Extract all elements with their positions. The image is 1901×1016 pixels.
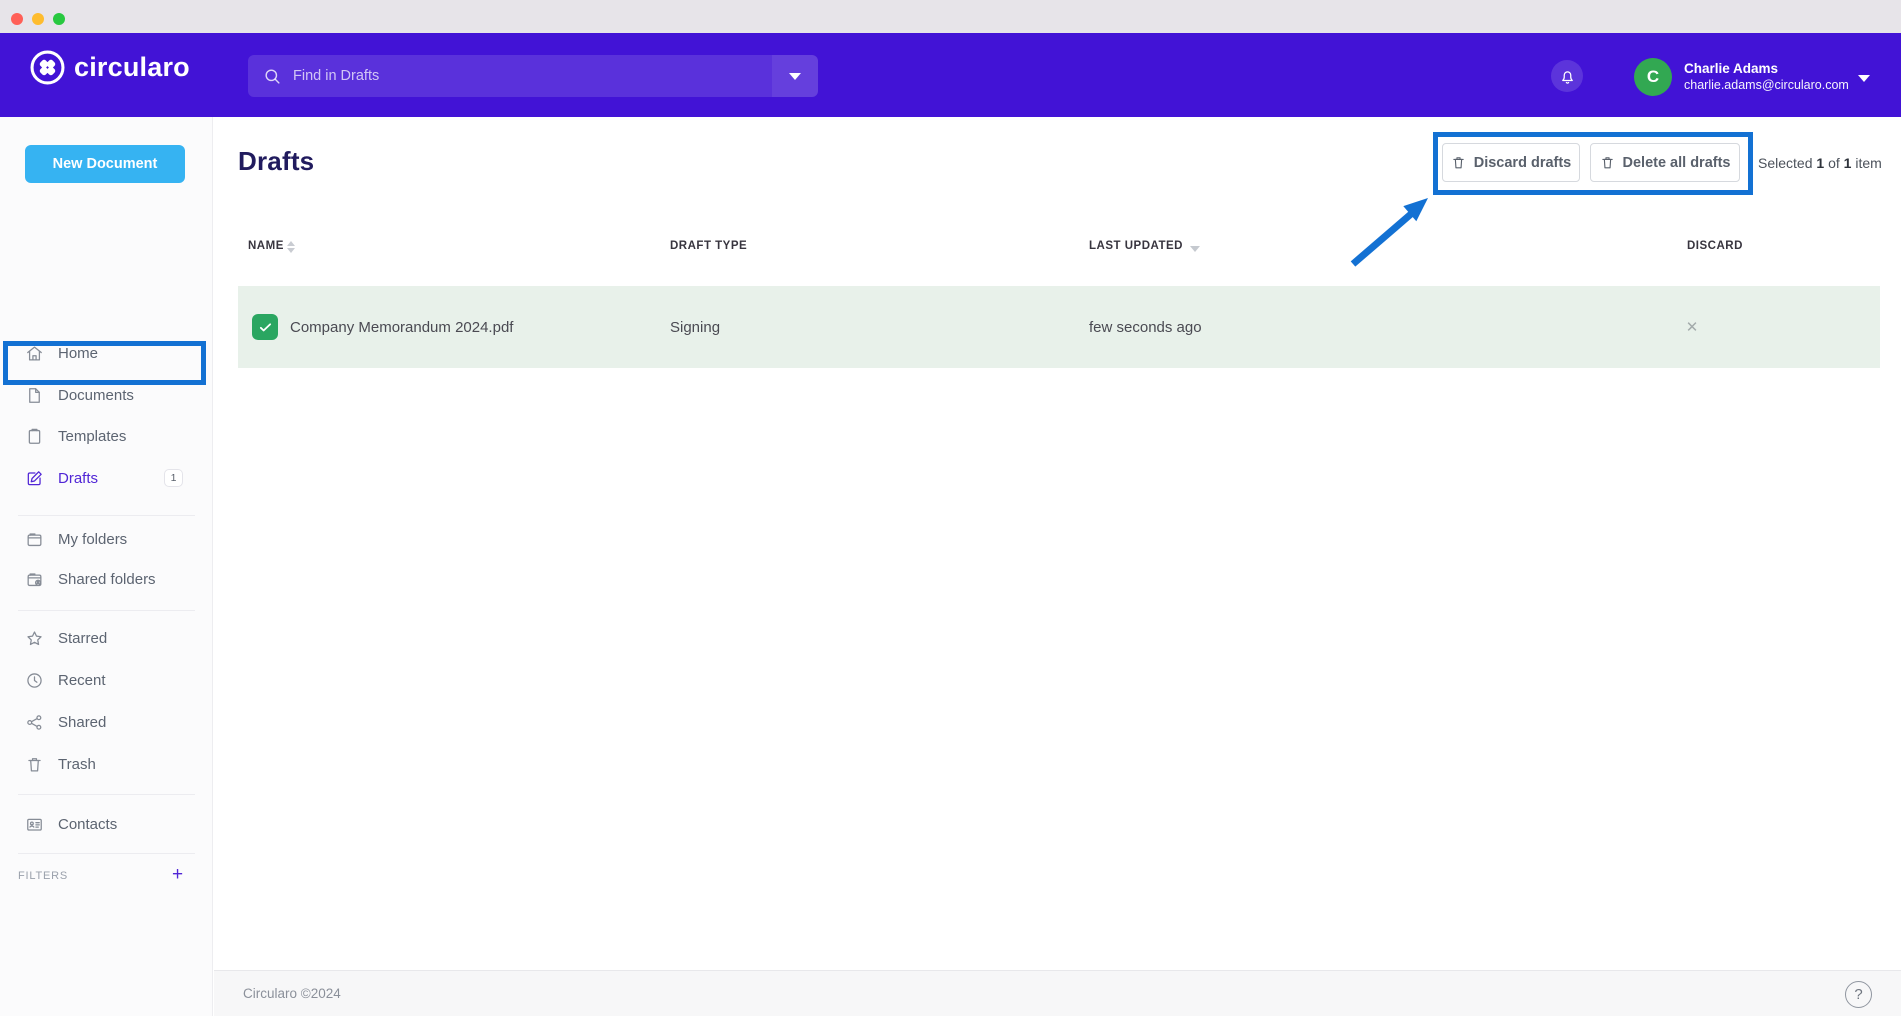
sort-icon[interactable] [287, 241, 295, 253]
sidebar-item-label: Documents [58, 387, 134, 404]
search-scope-dropdown[interactable] [772, 55, 818, 97]
column-header-last-updated[interactable]: LAST UPDATED [1089, 240, 1183, 252]
star-icon [25, 629, 44, 648]
user-avatar[interactable]: C [1634, 58, 1672, 96]
search-icon [263, 67, 282, 86]
column-header-name[interactable]: NAME [248, 240, 284, 252]
footer: Circularo ©2024 ? [214, 970, 1901, 1016]
search-input[interactable] [293, 68, 723, 84]
folder-icon [25, 530, 44, 549]
sidebar-item-label: Shared folders [58, 571, 156, 588]
checkmark-icon [258, 320, 273, 335]
sidebar: New Document Home Documents [0, 117, 213, 1016]
sidebar-item-contacts[interactable]: Contacts [0, 803, 213, 845]
sidebar-item-label: My folders [58, 531, 127, 548]
drafts-count-badge: 1 [164, 469, 183, 487]
sidebar-divider [18, 610, 195, 611]
discard-drafts-label: Discard drafts [1474, 155, 1572, 171]
sidebar-item-label: Starred [58, 630, 107, 647]
window-close-button[interactable] [11, 13, 23, 25]
sidebar-divider [18, 794, 195, 795]
home-icon [25, 344, 44, 363]
column-header-discard: DISCARD [1687, 240, 1743, 252]
add-filter-button[interactable]: + [172, 864, 183, 886]
new-document-button[interactable]: New Document [25, 145, 185, 183]
row-draft-type: Signing [670, 286, 720, 368]
user-email: charlie.adams@circularo.com [1684, 77, 1849, 93]
table-row[interactable]: Company Memorandum 2024.pdf Signing few … [238, 286, 1880, 368]
document-icon [25, 386, 44, 405]
main-content [214, 117, 1901, 970]
window-zoom-button[interactable] [53, 13, 65, 25]
sidebar-item-label: Recent [58, 672, 106, 689]
bell-icon [1558, 67, 1577, 86]
delete-all-drafts-button[interactable]: Delete all drafts [1590, 143, 1740, 182]
template-icon [25, 427, 44, 446]
sidebar-item-label: Drafts [58, 470, 98, 487]
sidebar-item-label: Home [58, 345, 98, 362]
sidebar-item-drafts[interactable]: Drafts 1 [0, 457, 213, 499]
notifications-button[interactable] [1551, 60, 1583, 92]
brand-logo[interactable]: circularo [30, 50, 190, 85]
sidebar-item-documents[interactable]: Documents [0, 374, 213, 416]
selection-status: Selected 1 of 1 item [1758, 155, 1882, 171]
sidebar-item-shared[interactable]: Shared [0, 701, 213, 743]
user-menu[interactable]: Charlie Adams charlie.adams@circularo.co… [1684, 60, 1849, 93]
row-name[interactable]: Company Memorandum 2024.pdf [290, 286, 513, 368]
discard-drafts-button[interactable]: Discard drafts [1442, 143, 1580, 182]
sidebar-item-trash[interactable]: Trash [0, 743, 213, 785]
sort-desc-icon[interactable] [1190, 246, 1200, 252]
sidebar-divider [18, 853, 195, 854]
filters-section: FILTERS + [0, 864, 213, 890]
row-checkbox[interactable] [252, 314, 278, 340]
trash-icon [1451, 155, 1466, 170]
sidebar-item-label: Shared [58, 714, 106, 731]
sidebar-item-templates[interactable]: Templates [0, 415, 213, 457]
circularo-logo-icon [30, 50, 65, 85]
user-menu-chevron-icon[interactable] [1858, 75, 1870, 82]
sidebar-item-label: Trash [58, 756, 96, 773]
help-button[interactable]: ? [1845, 981, 1872, 1008]
question-mark-icon: ? [1854, 986, 1862, 1003]
avatar-initial: C [1647, 67, 1659, 87]
page-title: Drafts [238, 146, 314, 177]
share-icon [25, 713, 44, 732]
window-titlebar [0, 0, 1901, 33]
shared-folder-icon [25, 570, 44, 589]
sidebar-item-label: Contacts [58, 816, 117, 833]
column-header-draft-type[interactable]: DRAFT TYPE [670, 240, 747, 252]
app-header: circularo C Charli [0, 33, 1901, 117]
window-minimize-button[interactable] [32, 13, 44, 25]
sidebar-item-recent[interactable]: Recent [0, 659, 213, 701]
search-bar[interactable] [248, 55, 818, 97]
row-last-updated: few seconds ago [1089, 286, 1202, 368]
sidebar-item-label: Templates [58, 428, 126, 445]
sidebar-item-starred[interactable]: Starred [0, 617, 213, 659]
sidebar-divider [18, 515, 195, 516]
contacts-icon [25, 815, 44, 834]
brand-name: circularo [74, 52, 190, 83]
sidebar-item-my-folders[interactable]: My folders [0, 518, 213, 560]
sidebar-item-shared-folders[interactable]: Shared folders [0, 558, 213, 600]
footer-copyright: Circularo ©2024 [243, 986, 341, 1001]
clock-icon [25, 671, 44, 690]
filters-label: FILTERS [18, 870, 68, 882]
app-window: circularo C Charli [0, 0, 1901, 1016]
user-name: Charlie Adams [1684, 60, 1849, 77]
trash-icon [25, 755, 44, 774]
drafts-edit-icon [25, 469, 44, 488]
row-discard-x-icon[interactable]: ✕ [1680, 286, 1704, 368]
trash-icon [1600, 155, 1615, 170]
chevron-down-icon [789, 73, 801, 80]
delete-all-drafts-label: Delete all drafts [1623, 155, 1731, 171]
sidebar-item-home[interactable]: Home [0, 332, 213, 374]
